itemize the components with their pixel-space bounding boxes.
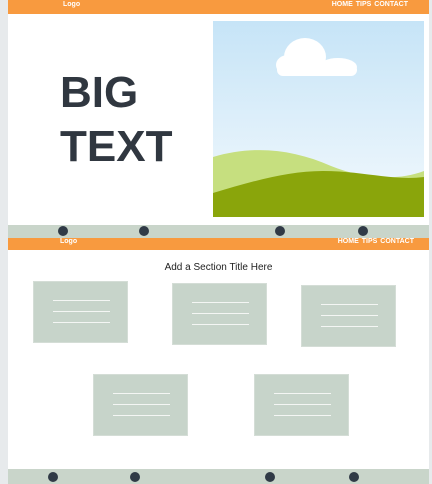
pagination-dot[interactable]	[358, 226, 368, 236]
nav-tips-link[interactable]: TIPS	[356, 1, 372, 8]
nav-tips-link[interactable]: TIPS	[362, 238, 378, 245]
card-text-line	[274, 415, 331, 416]
carousel-indicator-strip	[8, 225, 429, 238]
nav-home-link[interactable]: HOME	[338, 238, 359, 245]
hero-big-text: BIG TEXT	[60, 66, 172, 174]
hero-big-text-line1: BIG	[60, 68, 139, 117]
card-text-line	[274, 393, 331, 394]
card-text-line	[192, 302, 249, 303]
pagination-dot[interactable]	[349, 472, 359, 482]
logo[interactable]: Logo	[60, 238, 77, 245]
card-text-line	[321, 304, 378, 305]
pagination-dot[interactable]	[265, 472, 275, 482]
content-card[interactable]	[33, 281, 128, 343]
landscape-image-icon	[213, 21, 424, 217]
page-section-grid: Logo HOME TIPS CONTACT Add a Section Tit…	[8, 238, 429, 484]
nav-links: HOME TIPS CONTACT	[332, 1, 408, 8]
card-text-line	[192, 313, 249, 314]
card-text-line	[274, 404, 331, 405]
card-text-line	[113, 393, 170, 394]
card-text-line	[53, 311, 110, 312]
nav-contact-link[interactable]: CONTACT	[374, 1, 408, 8]
card-text-line	[321, 326, 378, 327]
nav-home-link[interactable]: HOME	[332, 1, 353, 8]
pagination-dot[interactable]	[139, 226, 149, 236]
hero-big-text-line2: TEXT	[60, 122, 173, 171]
nav-contact-link[interactable]: CONTACT	[380, 238, 414, 245]
card-text-line	[113, 404, 170, 405]
pagination-dot[interactable]	[130, 472, 140, 482]
pagination-dot[interactable]	[275, 226, 285, 236]
card-text-line	[53, 322, 110, 323]
content-card[interactable]	[93, 374, 188, 436]
pagination-dot[interactable]	[58, 226, 68, 236]
pagination-dot[interactable]	[48, 472, 58, 482]
navbar: Logo HOME TIPS CONTACT	[8, 0, 429, 14]
nav-links: HOME TIPS CONTACT	[338, 238, 414, 245]
content-card[interactable]	[172, 283, 267, 345]
navbar: Logo HOME TIPS CONTACT	[8, 238, 429, 250]
content-card[interactable]	[254, 374, 349, 436]
card-text-line	[113, 415, 170, 416]
section-title: Add a Section Title Here	[164, 262, 273, 273]
card-text-line	[53, 300, 110, 301]
card-text-line	[321, 315, 378, 316]
card-text-line	[192, 324, 249, 325]
page-hero-slide: Logo HOME TIPS CONTACT BIG TEXT	[8, 0, 429, 238]
carousel-indicator-strip	[8, 469, 429, 484]
logo[interactable]: Logo	[63, 1, 80, 8]
content-card[interactable]	[301, 285, 396, 347]
